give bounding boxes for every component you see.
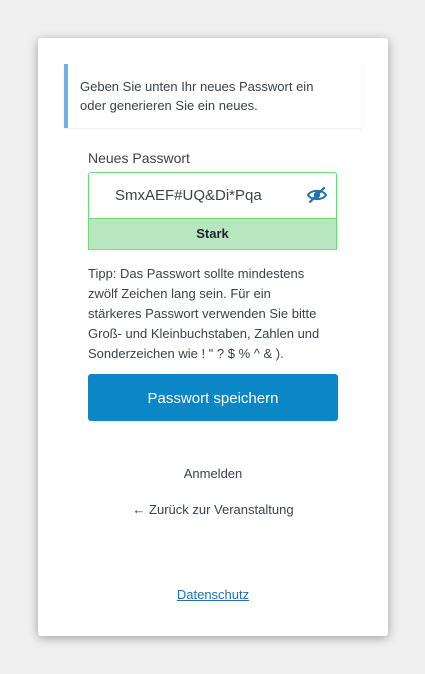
login-link[interactable]: Anmelden <box>38 466 388 481</box>
new-password-label: Neues Passwort <box>88 150 190 166</box>
info-notice: Geben Sie unten Ihr neues Passwort ein o… <box>64 64 362 128</box>
hint-line-3: stärkeres Passwort verwenden Sie bitte <box>88 306 317 321</box>
password-hint: Tipp: Das Passwort sollte mindestens zwö… <box>88 264 346 364</box>
save-password-button[interactable]: Passwort speichern <box>88 374 338 421</box>
password-strength-meter: Stark <box>88 218 337 250</box>
password-field-wrapper <box>88 172 337 218</box>
reset-password-card: Geben Sie unten Ihr neues Passwort ein o… <box>38 38 388 636</box>
hint-line-5: Sonderzeichen wie ! " ? $ % ^ & ). <box>88 346 284 361</box>
notice-line-1: Geben Sie unten Ihr neues Passwort ein <box>80 79 314 94</box>
back-to-event-link[interactable]: ← Zurück zur Veranstaltung <box>38 502 388 517</box>
privacy-footer: Datenschutz <box>38 587 388 602</box>
eye-slash-icon[interactable] <box>306 184 328 206</box>
hint-line-1: Tipp: Das Passwort sollte mindestens <box>88 266 305 281</box>
notice-line-2: oder generieren Sie ein neues. <box>80 98 258 113</box>
privacy-link[interactable]: Datenschutz <box>177 587 249 602</box>
hint-line-2: zwölf Zeichen lang sein. Für ein <box>88 286 271 301</box>
new-password-input[interactable] <box>89 173 299 217</box>
hint-line-4: Groß- und Kleinbuchstaben, Zahlen und <box>88 326 320 341</box>
